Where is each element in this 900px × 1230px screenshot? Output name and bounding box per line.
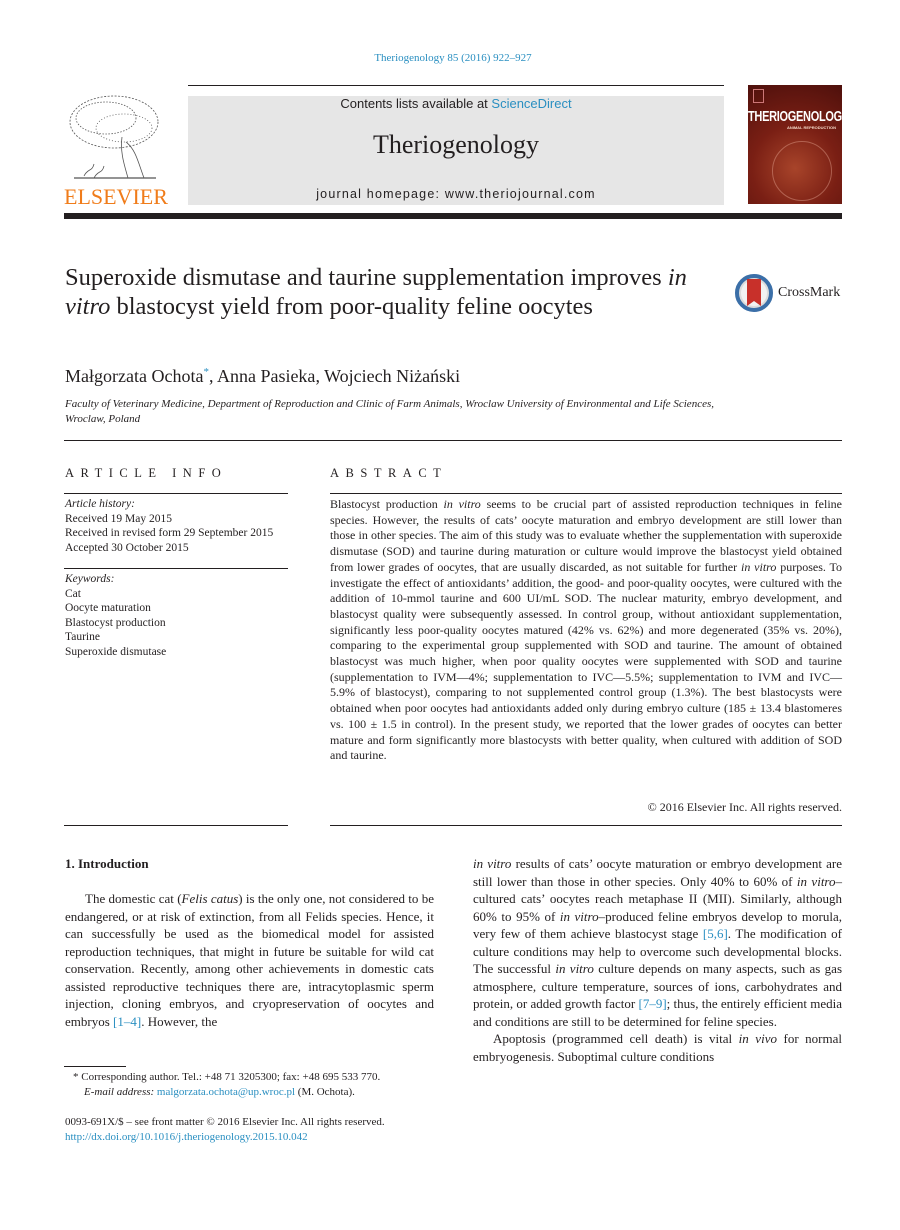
header-rule [188, 85, 724, 86]
journal-name: Theriogenology [372, 130, 540, 159]
cover-subtitle: ANIMAL REPRODUCTION [786, 125, 836, 130]
text: Apoptosis (programmed cell death) is vit… [493, 1031, 739, 1046]
crossmark-label: CrossMark [778, 285, 841, 300]
text: ) is the only one, not considered to be … [65, 891, 434, 1029]
keywords: Keywords: Cat Oocyte maturation Blastocy… [65, 572, 290, 659]
crossmark-icon [735, 274, 773, 312]
italic-text: in vitro [559, 908, 599, 924]
abstract-rule [330, 825, 842, 826]
text: . However, the [141, 1013, 218, 1029]
keyword: Cat [65, 587, 81, 600]
history-item: Accepted 30 October 2015 [65, 541, 189, 554]
abstract-text: Blastocyst production [330, 497, 444, 511]
keyword: Superoxide dismutase [65, 645, 167, 658]
italic-text: in vitro [555, 961, 594, 976]
cover-title: THERIOGENOLOGY [748, 109, 842, 125]
italic-text: in vitro [796, 873, 836, 889]
abstract-italic: in vitro [443, 497, 481, 511]
sciencedirect-link[interactable]: ScienceDirect [491, 96, 571, 111]
reference-link[interactable]: [1–4] [113, 1014, 141, 1029]
email-link[interactable]: malgorzata.ochota@up.wroc.pl [157, 1086, 295, 1098]
elsevier-wordmark: ELSEVIER [64, 184, 168, 209]
homepage-prefix: journal homepage: [316, 187, 445, 201]
corresponding-author-footnote: * Corresponding author. Tel.: +48 71 320… [73, 1070, 443, 1100]
title-part-2: blastocyst yield from poor-quality felin… [110, 292, 593, 320]
header-thick-rule [64, 213, 842, 219]
affiliation-rule [64, 440, 842, 441]
journal-cover-image[interactable]: THERIOGENOLOGY ANIMAL REPRODUCTION [748, 85, 842, 204]
keyword: Blastocyst production [65, 616, 166, 629]
title-part-1: Superoxide dismutase and taurine supplem… [65, 264, 668, 291]
email-suffix: (M. Ochota). [295, 1086, 355, 1098]
author-name[interactable]: Anna Pasieka [217, 366, 315, 386]
history-item: Received 19 May 2015 [65, 512, 172, 525]
paragraph: The domestic cat (Felis catus) is the on… [65, 890, 434, 1030]
crossmark-button[interactable]: CrossMark [734, 273, 842, 315]
affiliation: Faculty of Veterinary Medicine, Departme… [65, 398, 714, 425]
journal-header-box: Contents lists available at ScienceDirec… [188, 96, 724, 205]
body-column-left: The domestic cat (Felis catus) is the on… [65, 890, 434, 1030]
section-heading-introduction: 1. Introduction [65, 856, 149, 871]
article-title: Superoxide dismutase and taurine supplem… [65, 264, 715, 321]
reference-link[interactable]: [5,6] [703, 926, 728, 941]
journal-citation-link[interactable]: Theriogenology 85 (2016) 922–927 [0, 52, 900, 64]
text: results of cats’ oocyte maturation or em… [473, 856, 843, 889]
page-footer: 0093-691X/$ – see front matter © 2016 El… [65, 1115, 445, 1145]
author-separator: , [208, 366, 217, 386]
reference-link[interactable]: [7–9] [638, 996, 666, 1011]
paragraph: Apoptosis (programmed cell death) is vit… [473, 1030, 842, 1065]
body-column-right: in vitro results of cats’ oocyte maturat… [473, 855, 842, 1065]
abstract-text: purposes. To investigate the effect of a… [330, 559, 843, 763]
author-list: Małgorzata Ochota*, Anna Pasieka, Wojcie… [65, 366, 460, 387]
cover-oocyte-graphic [772, 141, 832, 201]
cover-publisher-badge [753, 89, 764, 103]
abstract-body: Blastocyst production in vitro seems to … [330, 497, 842, 764]
author-separator: , [315, 366, 325, 386]
abstract-copyright: © 2016 Elsevier Inc. All rights reserved… [647, 800, 842, 814]
abstract-italic: in vitro [740, 559, 777, 574]
history-label: Article history: [65, 498, 135, 510]
author-name[interactable]: Małgorzata Ochota [65, 366, 203, 386]
article-history: Article history: Received 19 May 2015 Re… [65, 497, 290, 555]
contents-availability: Contents lists available at ScienceDirec… [188, 96, 724, 111]
info-rule [64, 825, 288, 826]
text: The domestic cat ( [85, 891, 182, 906]
abstract-heading: ABSTRACT [330, 466, 448, 480]
tree-icon [69, 95, 159, 179]
keyword: Oocyte maturation [65, 602, 151, 614]
keywords-label: Keywords: [65, 573, 115, 585]
italic-text: in vitro [473, 856, 512, 871]
issn-line: 0093-691X/$ – see front matter © 2016 El… [65, 1116, 385, 1128]
footnote-rule [64, 1066, 126, 1067]
history-item: Received in revised form 29 September 20… [65, 527, 274, 539]
author-name[interactable]: Wojciech Niżański [324, 366, 460, 386]
journal-homepage: journal homepage: www.theriojournal.com [188, 187, 724, 201]
keyword: Taurine [65, 631, 100, 643]
footnote-contact: Corresponding author. Tel.: +48 71 32053… [78, 1071, 381, 1083]
info-rule [64, 568, 288, 569]
abstract-rule [330, 493, 842, 494]
article-info-heading: ARTICLE INFO [65, 466, 228, 480]
doi-link[interactable]: http://dx.doi.org/10.1016/j.theriogenolo… [65, 1130, 445, 1145]
homepage-link[interactable]: www.theriojournal.com [445, 187, 596, 201]
contents-prefix: Contents lists available at [340, 96, 492, 111]
email-label: E-mail address: [84, 1086, 155, 1098]
paragraph: in vitro results of cats’ oocyte maturat… [473, 855, 842, 1030]
italic-text: in vivo [738, 1031, 777, 1046]
info-rule [64, 493, 288, 494]
italic-text: Felis catus [181, 891, 239, 906]
